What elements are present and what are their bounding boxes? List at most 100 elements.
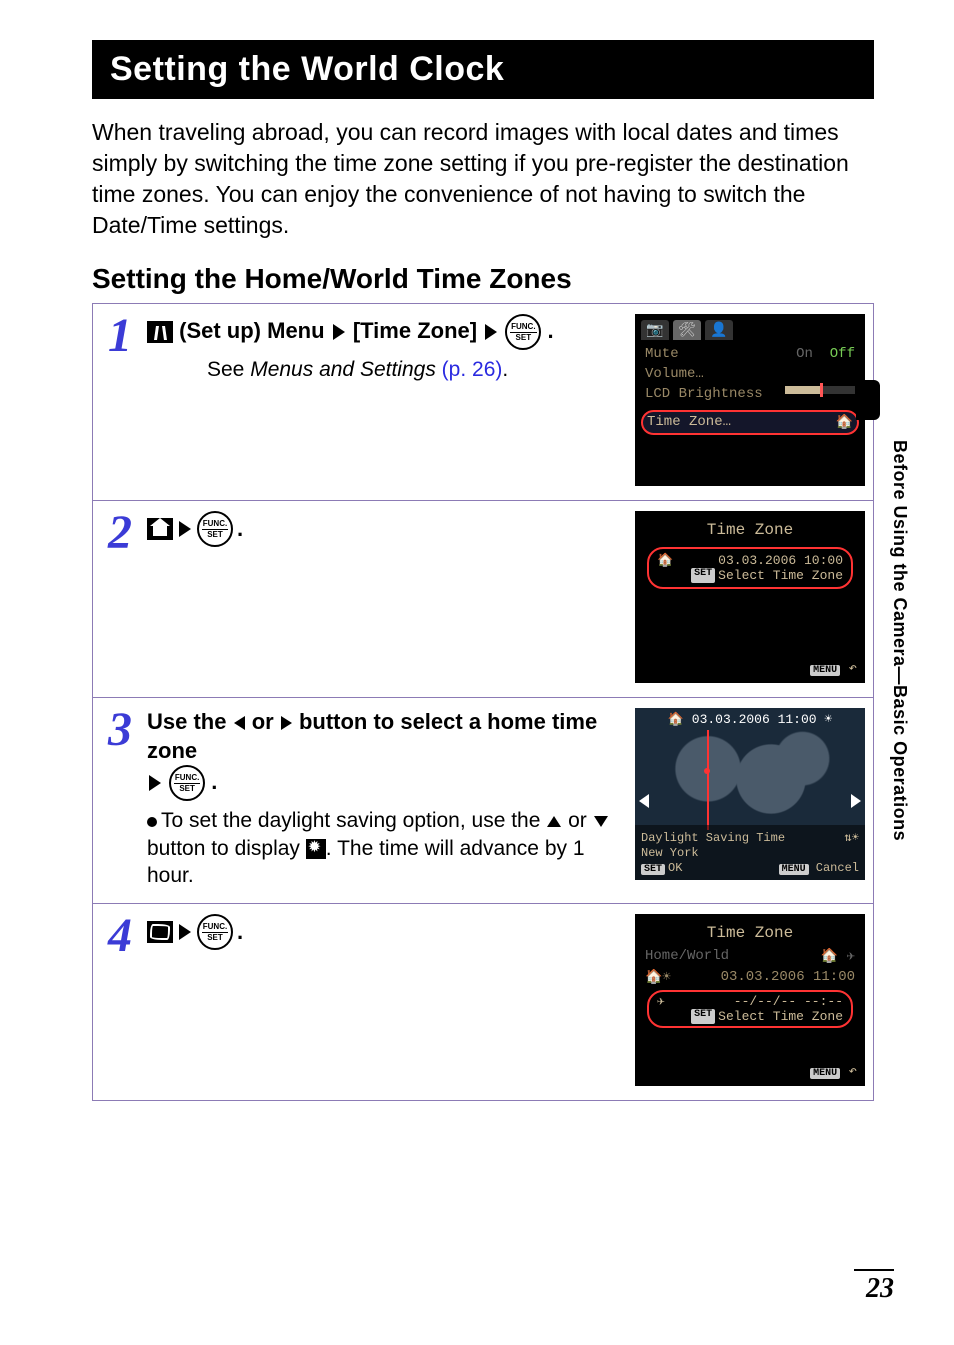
intro-paragraph: When traveling abroad, you can record im… [92, 117, 874, 241]
left-arrow-icon [234, 716, 245, 730]
world-map: 🏠 03.03.2006 11:00 ☀ Daylight Saving Tim… [635, 708, 865, 880]
func-set-icon: FUNC.SET [197, 914, 233, 950]
steps-table: 1 (Set up) Menu [Time Zone] FUNC.SET . S… [92, 303, 874, 1101]
tz-label: Time Zone… [647, 414, 731, 431]
page-title: Setting the World Clock [92, 40, 874, 99]
step3-head-suffix: . [211, 769, 217, 794]
bullet-icon [147, 817, 157, 827]
triangle-icon [179, 521, 191, 537]
home-icon [147, 518, 173, 540]
dst-icon [306, 839, 326, 859]
city-label: New York [641, 846, 699, 860]
set-badge: SET [691, 568, 715, 583]
step-number: 3 [93, 698, 147, 903]
triangle-icon [149, 775, 161, 791]
step1-head-mid: [Time Zone] [353, 318, 477, 343]
cancel-label: Cancel [816, 861, 859, 875]
triangle-icon [485, 324, 497, 340]
ok-label: OK [668, 861, 682, 875]
mute-on: On [796, 346, 813, 362]
step1-screenshot: 📷 🛠 👤 Mute On Off Volume… LCD Brig [635, 314, 865, 486]
brightness-slider [785, 386, 855, 394]
step3-body: To set the daylight saving option, use t… [147, 807, 625, 889]
volume-label: Volume… [645, 366, 704, 382]
step3-body-mid: or [562, 809, 592, 832]
section-subhead: Setting the Home/World Time Zones [92, 263, 874, 295]
step-1: 1 (Set up) Menu [Time Zone] FUNC.SET . S… [93, 304, 873, 501]
sun-icon: ☀ [824, 712, 832, 727]
func-set-icon: FUNC.SET [505, 314, 541, 350]
side-tab [856, 380, 880, 420]
set-badge: SET [641, 864, 665, 875]
triangle-icon [333, 324, 345, 340]
world-icon [147, 921, 173, 943]
step3-body-prefix: To set the daylight saving option, use t… [161, 809, 546, 832]
hw-label: Home/World [645, 948, 729, 965]
world-highlight-box: ✈ --/--/-- --:-- SETSelect Time Zone [647, 990, 853, 1028]
step-4: 4 FUNC.SET . Time Zone Home/World [93, 904, 873, 1100]
step2-heading: FUNC.SET . [147, 511, 625, 547]
plane-icon: ✈ [657, 994, 665, 1009]
home-sun-icon: 🏠☀ [645, 969, 671, 986]
step-2: 2 FUNC.SET . Time Zone 🏠 03.03.2006 10:00 [93, 501, 873, 698]
select-tz-label: Select Time Zone [718, 1009, 843, 1024]
func-set-icon: FUNC.SET [169, 765, 205, 801]
select-tz-label: Select Time Zone [718, 568, 843, 583]
world-datetime: --/--/-- --:-- [734, 994, 843, 1009]
side-section-label: Before Using the Camera—Basic Operations [889, 440, 910, 841]
step1-head-prefix: (Set up) Menu [179, 318, 324, 343]
see-suffix: . [502, 358, 508, 381]
step1-head-suffix: . [547, 318, 553, 343]
triangle-icon [179, 924, 191, 940]
home-datetime-row: 🏠☀ 03.03.2006 11:00 [641, 967, 859, 988]
see-prefix: See [207, 358, 250, 381]
step3-body-after: button to display [147, 837, 306, 860]
down-arrow-icon [594, 816, 608, 827]
right-arrow-icon [281, 716, 292, 730]
menu-row-mute: Mute On Off [641, 344, 859, 364]
dst-toggle-icon: ⇅☀ [845, 830, 859, 845]
step-number: 4 [93, 904, 147, 1100]
tz-highlight-box: 🏠 03.03.2006 10:00 SETSelect Time Zone [647, 547, 853, 589]
step2-head-suffix: . [237, 515, 243, 544]
step-number: 2 [93, 501, 147, 697]
home-world-row: Home/World 🏠 ✈ [641, 946, 859, 967]
menu-badge: MENU [779, 864, 809, 875]
menu-badge: MENU [810, 1068, 840, 1079]
lcd-label: LCD Brightness [645, 386, 763, 402]
step4-heading: FUNC.SET . [147, 914, 625, 950]
map-datetime: 🏠 03.03.2006 11:00 ☀ [635, 712, 865, 727]
page-number: 23 [854, 1269, 894, 1305]
hw-icons: 🏠 ✈ [821, 948, 855, 965]
step3-head-2: or [246, 709, 280, 734]
up-arrow-icon [547, 816, 561, 827]
tools-icon [147, 321, 173, 343]
step3-head-1: Use the [147, 709, 233, 734]
menu-back: MENU ↶ [810, 1063, 857, 1080]
step1-see-line: See Menus and Settings (p. 26). [207, 358, 625, 382]
tab-tools-icon: 🛠 [673, 320, 701, 340]
home-datetime: 03.03.2006 11:00 [721, 969, 855, 986]
step4-head-suffix: . [237, 918, 243, 947]
step-3: 3 Use the or button to select a home tim… [93, 698, 873, 904]
menu-badge: MENU [810, 665, 840, 676]
see-link[interactable]: (p. 26) [442, 358, 503, 381]
home-icon: 🏠 [657, 553, 673, 568]
tab-camera-icon: 📷 [641, 320, 669, 340]
dst-label: Daylight Saving Time [641, 831, 785, 845]
step1-heading: (Set up) Menu [Time Zone] FUNC.SET . [147, 314, 625, 350]
step2-screenshot: Time Zone 🏠 03.03.2006 10:00 SETSelect Ti… [635, 511, 865, 683]
tz-datetime: 03.03.2006 10:00 [718, 553, 843, 568]
func-set-icon: FUNC.SET [197, 511, 233, 547]
menu-row-volume: Volume… [641, 364, 859, 384]
set-badge: SET [691, 1009, 715, 1024]
step3-screenshot: 🏠 03.03.2006 11:00 ☀ Daylight Saving Tim… [635, 708, 865, 880]
mute-label: Mute [645, 346, 679, 362]
step4-screenshot: Time Zone Home/World 🏠 ✈ 🏠☀ 03.03.2006 1… [635, 914, 865, 1086]
home-icon: 🏠 [836, 414, 853, 431]
menu-row-lcd: LCD Brightness [641, 384, 859, 404]
tz-screen-title: Time Zone [641, 517, 859, 543]
tab-person-icon: 👤 [705, 320, 733, 340]
step-number: 1 [93, 304, 147, 500]
map-right-arrow-icon [851, 794, 861, 808]
